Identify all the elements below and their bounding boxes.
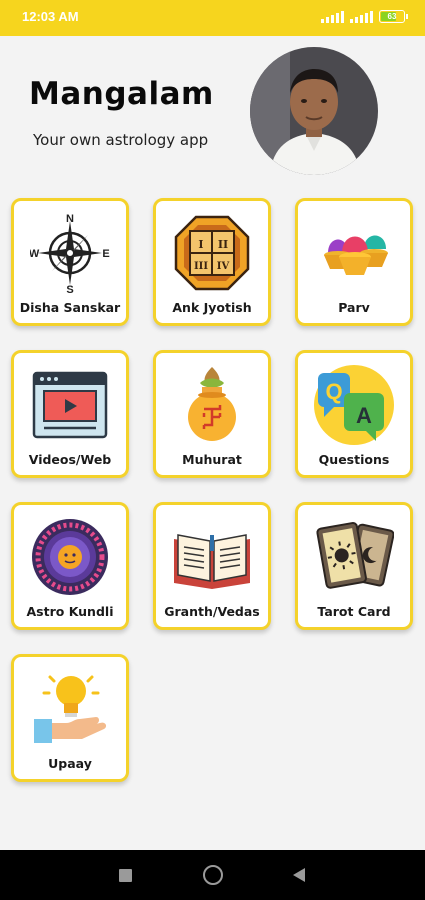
open-book-icon (174, 534, 250, 589)
tile-label: Questions (318, 452, 390, 467)
tile-label: Tarot Card (317, 604, 391, 619)
lightbulb-hand-icon (34, 675, 107, 743)
tile-upaay[interactable]: Upaay (11, 654, 129, 782)
system-nav-bar (0, 850, 425, 900)
qa-bubbles-icon: Q A (314, 365, 394, 445)
svg-text:S: S (66, 284, 73, 293)
kalash-icon (188, 367, 236, 441)
battery-level: 63 (387, 12, 397, 21)
status-bar: 12:03 AM 63 (0, 0, 425, 36)
tile-label: Granth/Vedas (164, 604, 260, 619)
square-icon (118, 868, 132, 882)
numerology-tablet-icon: I II III IV (174, 215, 250, 291)
tile-questions[interactable]: Q A Questions (295, 350, 413, 478)
holi-colors-icon (324, 235, 388, 275)
svg-text:III: III (194, 261, 208, 272)
status-icons: 63 (321, 10, 408, 23)
tile-muhurat[interactable]: Muhurat (153, 350, 271, 478)
status-time: 12:03 AM (22, 9, 79, 24)
svg-text:IV: IV (217, 261, 230, 272)
tile-label: Ank Jyotish (172, 300, 252, 315)
tile-label: Astro Kundli (26, 604, 114, 619)
tile-disha-sanskar[interactable]: N S W E Disha Sanskar (11, 198, 129, 326)
tile-parv[interactable]: Parv (295, 198, 413, 326)
tile-videos-web[interactable]: Videos/Web (11, 350, 129, 478)
circle-icon (203, 865, 223, 885)
back-button[interactable] (274, 850, 324, 900)
recents-button[interactable] (100, 850, 150, 900)
avatar (250, 47, 378, 175)
zodiac-wheel-icon (32, 519, 108, 595)
app-title: Mangalam (29, 76, 214, 112)
svg-text:W: W (30, 248, 40, 260)
svg-text:A: A (356, 403, 372, 428)
svg-text:E: E (102, 248, 109, 260)
tile-label: Muhurat (182, 452, 242, 467)
svg-text:N: N (66, 213, 74, 225)
avatar-photo (250, 47, 378, 175)
tile-ank-jyotish[interactable]: I II III IV Ank Jyotish (153, 198, 271, 326)
tile-label: Videos/Web (28, 452, 112, 467)
video-player-icon (32, 371, 108, 439)
battery-icon: 63 (379, 10, 408, 23)
home-button[interactable] (188, 850, 238, 900)
svg-text:I: I (198, 238, 203, 251)
tile-label: Parv (338, 300, 370, 315)
tile-label: Upaay (48, 756, 92, 771)
tile-label: Disha Sanskar (19, 300, 121, 315)
triangle-back-icon (293, 868, 305, 882)
app-subtitle: Your own astrology app (33, 131, 209, 149)
tile-granth-vedas[interactable]: Granth/Vedas (153, 502, 271, 630)
tile-astro-kundli[interactable]: Astro Kundli (11, 502, 129, 630)
svg-text:II: II (218, 238, 228, 251)
tile-tarot-card[interactable]: Tarot Card (295, 502, 413, 630)
svg-text:Q: Q (325, 379, 342, 404)
signal-icon-2 (350, 10, 373, 23)
tarot-cards-icon (316, 521, 394, 589)
compass-icon: N S W E (30, 213, 110, 293)
signal-icon (321, 10, 344, 23)
